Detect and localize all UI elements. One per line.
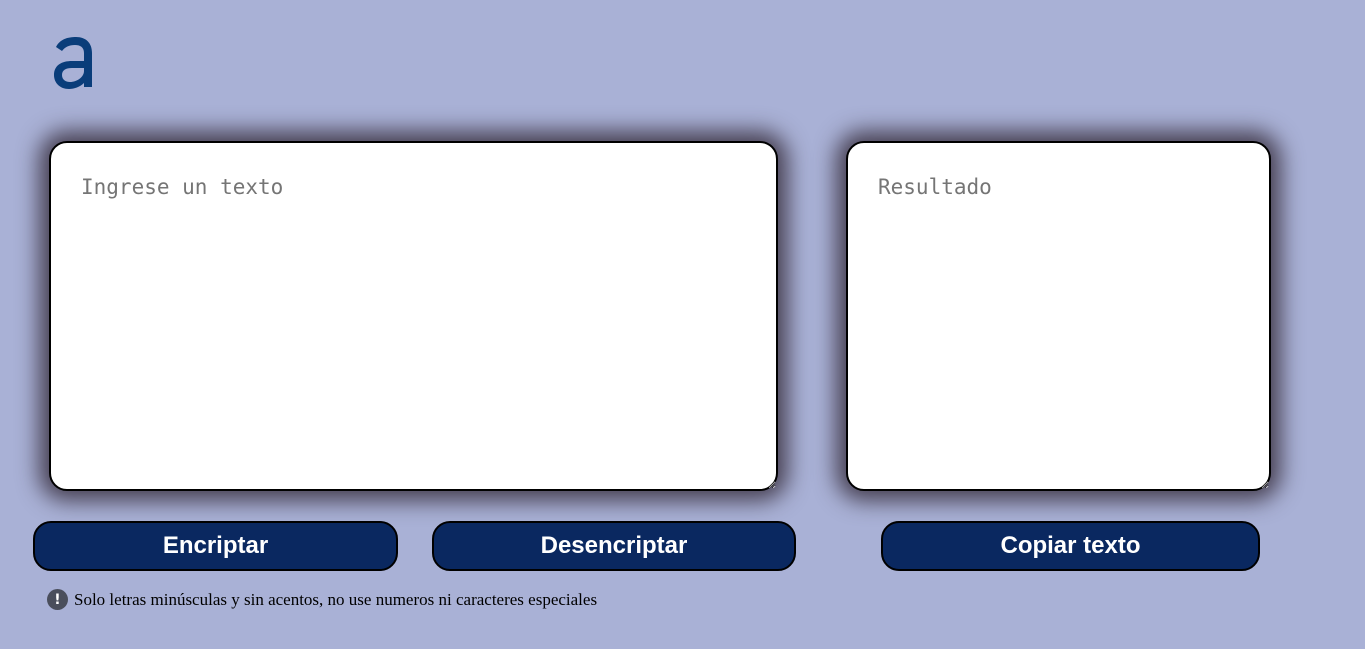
exclamation-circle-icon: !: [47, 589, 68, 610]
notice: ! Solo letras minúsculas y sin acentos, …: [47, 589, 597, 610]
decrypt-button[interactable]: Desencriptar: [432, 521, 796, 571]
logo-shape: [54, 37, 92, 89]
input-textarea[interactable]: [49, 141, 778, 491]
encrypt-button[interactable]: Encriptar: [33, 521, 398, 571]
copy-text-button[interactable]: Copiar texto: [881, 521, 1260, 571]
notice-text: Solo letras minúsculas y sin acentos, no…: [74, 589, 598, 609]
logo-icon: [54, 37, 92, 89]
output-textarea[interactable]: [846, 141, 1271, 491]
